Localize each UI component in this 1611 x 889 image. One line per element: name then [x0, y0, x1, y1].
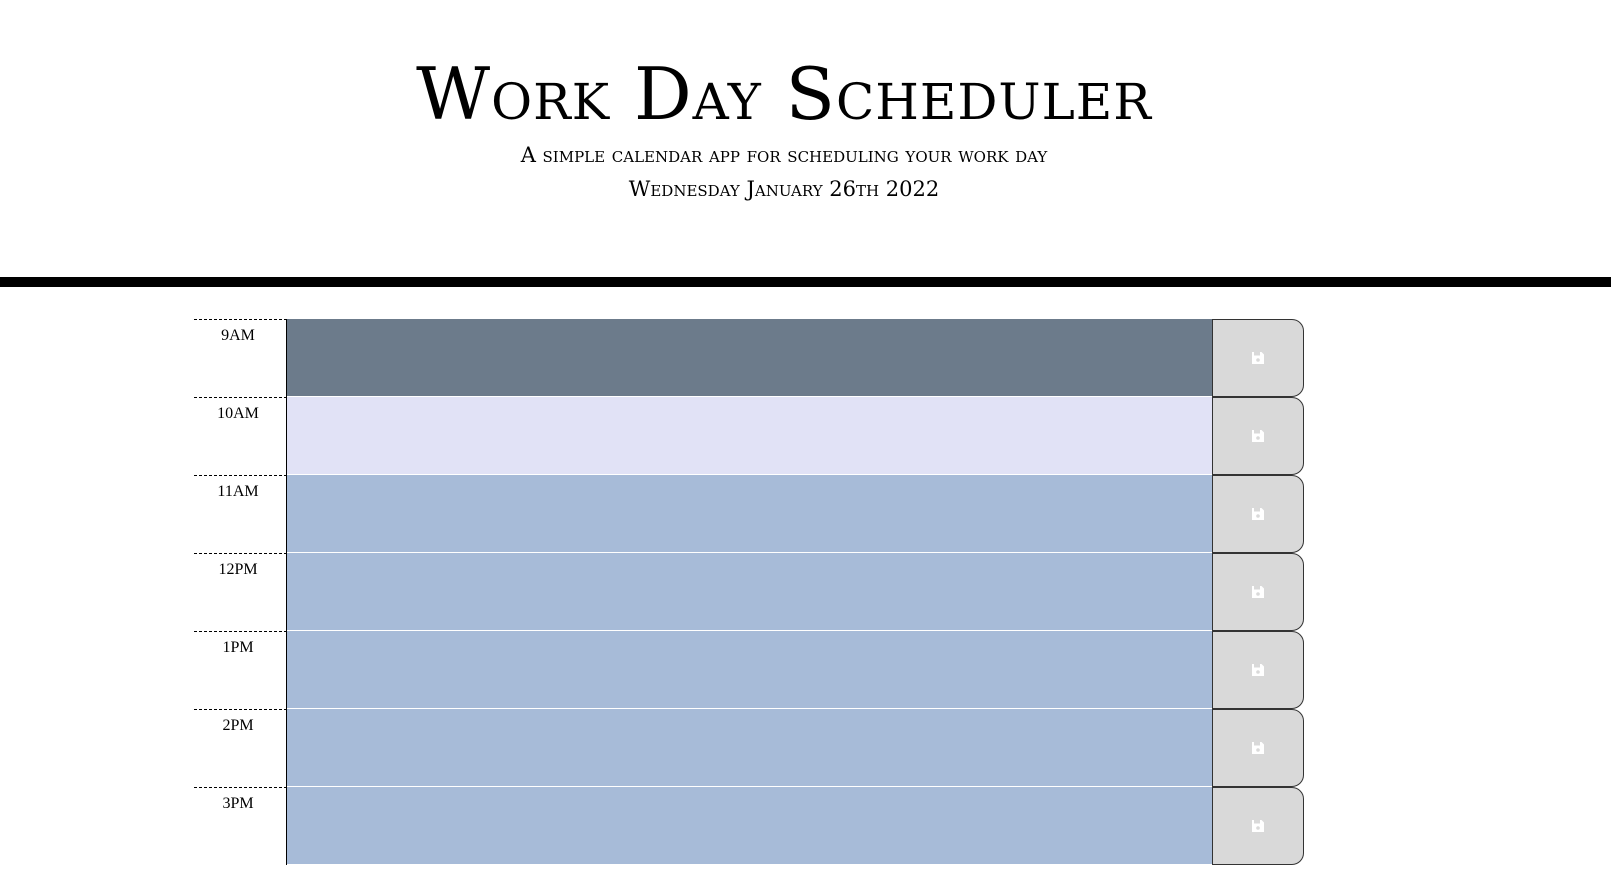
time-block: 2PM: [194, 709, 1306, 787]
floppy-disk-icon: [1252, 664, 1264, 676]
save-button[interactable]: [1212, 553, 1304, 631]
hour-label: 12PM: [194, 553, 287, 631]
time-block: 11AM: [194, 475, 1306, 553]
page-title: Work Day Scheduler: [416, 52, 1152, 136]
schedule-container: 9AM 10AM 11AM 12PM 1PM 2PM 3PM: [194, 319, 1306, 865]
hour-label: 10AM: [194, 397, 287, 475]
description-input[interactable]: [287, 475, 1212, 553]
floppy-disk-icon: [1252, 508, 1264, 520]
description-input[interactable]: [287, 319, 1212, 397]
hour-label: 9AM: [194, 319, 287, 397]
description-input[interactable]: [287, 709, 1212, 787]
hour-label: 1PM: [194, 631, 287, 709]
header: Work Day Scheduler A simple calendar app…: [0, 0, 1611, 287]
floppy-disk-icon: [1252, 352, 1264, 364]
hour-label: 2PM: [194, 709, 287, 787]
floppy-disk-icon: [1252, 430, 1264, 442]
save-button[interactable]: [1212, 397, 1304, 475]
save-button[interactable]: [1212, 631, 1304, 709]
floppy-disk-icon: [1252, 820, 1264, 832]
hour-label: 3PM: [194, 787, 287, 865]
save-button[interactable]: [1212, 475, 1304, 553]
floppy-disk-icon: [1252, 742, 1264, 754]
save-button[interactable]: [1212, 319, 1304, 397]
current-day: Wednesday January 26th 2022: [628, 177, 940, 201]
time-block: 3PM: [194, 787, 1306, 865]
description-input[interactable]: [287, 553, 1212, 631]
page-subtitle: A simple calendar app for scheduling you…: [520, 143, 1048, 167]
time-block: 10AM: [194, 397, 1306, 475]
save-button[interactable]: [1212, 787, 1304, 865]
floppy-disk-icon: [1252, 586, 1264, 598]
time-block: 12PM: [194, 553, 1306, 631]
time-block: 1PM: [194, 631, 1306, 709]
save-button[interactable]: [1212, 709, 1304, 787]
time-block: 9AM: [194, 319, 1306, 397]
description-input[interactable]: [287, 787, 1212, 865]
description-input[interactable]: [287, 397, 1212, 475]
hour-label: 11AM: [194, 475, 287, 553]
header-divider: [0, 277, 1611, 287]
description-input[interactable]: [287, 631, 1212, 709]
